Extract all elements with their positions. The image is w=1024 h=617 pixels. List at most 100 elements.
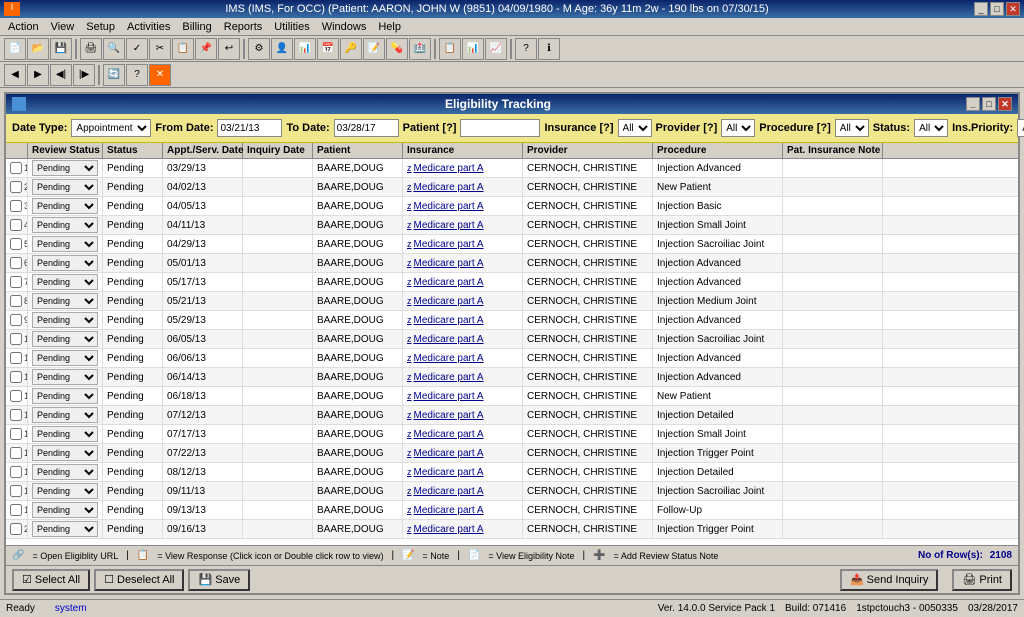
table-row[interactable]: 7 ▶ Pending Pending 05/17/13 BAARE,DOUG … bbox=[6, 273, 1018, 292]
toolbar-spell[interactable]: ✓ bbox=[126, 38, 148, 60]
row-checkbox[interactable] bbox=[10, 523, 22, 535]
table-row[interactable]: 17 ▶ Pending Pending 08/12/13 BAARE,DOUG… bbox=[6, 463, 1018, 482]
table-body[interactable]: 1 ▶ Pending Pending 03/29/13 BAARE,DOUG … bbox=[6, 159, 1018, 545]
insurance-link[interactable]: zMedicare part A bbox=[407, 505, 484, 516]
toolbar-info[interactable]: ℹ bbox=[538, 38, 560, 60]
cell-review[interactable]: Pending bbox=[28, 197, 103, 215]
cell-review[interactable]: Pending bbox=[28, 406, 103, 424]
toolbar-print[interactable]: 🖨 bbox=[80, 38, 102, 60]
review-status-row-select[interactable]: Pending bbox=[32, 388, 98, 404]
header-patient[interactable]: Patient bbox=[313, 143, 403, 158]
row-checkbox[interactable] bbox=[10, 447, 22, 459]
ins-icon[interactable]: z bbox=[407, 429, 412, 439]
help-btn[interactable]: ? bbox=[126, 64, 148, 86]
table-row[interactable]: 15 ▶ Pending Pending 07/17/13 BAARE,DOUG… bbox=[6, 425, 1018, 444]
toolbar-b7[interactable]: 💊 bbox=[386, 38, 408, 60]
cell-review[interactable]: Pending bbox=[28, 330, 103, 348]
review-status-row-select[interactable]: Pending bbox=[32, 426, 98, 442]
refresh-btn[interactable]: 🔄 bbox=[103, 64, 125, 86]
ins-icon[interactable]: z bbox=[407, 372, 412, 382]
win-minimize[interactable]: _ bbox=[966, 97, 980, 111]
table-row[interactable]: 3 ▶ Pending Pending 04/05/13 BAARE,DOUG … bbox=[6, 197, 1018, 216]
review-status-row-select[interactable]: Pending bbox=[32, 350, 98, 366]
insurance-link[interactable]: zMedicare part A bbox=[407, 182, 484, 193]
toolbar-new[interactable]: 📄 bbox=[4, 38, 26, 60]
menu-setup[interactable]: Setup bbox=[80, 20, 121, 34]
cell-insurance[interactable]: zMedicare part A bbox=[403, 292, 523, 310]
insurance-link[interactable]: zMedicare part A bbox=[407, 467, 484, 478]
cell-review[interactable]: Pending bbox=[28, 216, 103, 234]
nav-forward[interactable]: ▶ bbox=[27, 64, 49, 86]
cell-review[interactable]: Pending bbox=[28, 292, 103, 310]
cell-review[interactable]: Pending bbox=[28, 444, 103, 462]
insurance-link[interactable]: zMedicare part A bbox=[407, 315, 484, 326]
ins-icon[interactable]: z bbox=[407, 334, 412, 344]
close-button[interactable]: ✕ bbox=[1006, 2, 1020, 16]
table-row[interactable]: 9 ▶ Pending Pending 05/29/13 BAARE,DOUG … bbox=[6, 311, 1018, 330]
review-status-row-select[interactable]: Pending bbox=[32, 502, 98, 518]
toolbar-save[interactable]: 💾 bbox=[50, 38, 72, 60]
row-checkbox[interactable] bbox=[10, 200, 22, 212]
maximize-button[interactable]: □ bbox=[990, 2, 1004, 16]
ins-icon[interactable]: z bbox=[407, 315, 412, 325]
review-status-row-select[interactable]: Pending bbox=[32, 236, 98, 252]
status-select[interactable]: All bbox=[914, 119, 948, 137]
row-checkbox[interactable] bbox=[10, 276, 22, 288]
review-status-row-select[interactable]: Pending bbox=[32, 312, 98, 328]
cell-insurance[interactable]: zMedicare part A bbox=[403, 444, 523, 462]
review-status-row-select[interactable]: Pending bbox=[32, 274, 98, 290]
insurance-link[interactable]: zMedicare part A bbox=[407, 163, 484, 174]
toolbar-b2[interactable]: 👤 bbox=[271, 38, 293, 60]
table-row[interactable]: 5 ▶ Pending Pending 04/29/13 BAARE,DOUG … bbox=[6, 235, 1018, 254]
cell-insurance[interactable]: zMedicare part A bbox=[403, 159, 523, 177]
review-status-row-select[interactable]: Pending bbox=[32, 445, 98, 461]
cell-review[interactable]: Pending bbox=[28, 387, 103, 405]
menu-utilities[interactable]: Utilities bbox=[268, 20, 315, 34]
table-row[interactable]: 16 ▶ Pending Pending 07/22/13 BAARE,DOUG… bbox=[6, 444, 1018, 463]
row-checkbox[interactable] bbox=[10, 333, 22, 345]
win-close[interactable]: ✕ bbox=[998, 97, 1012, 111]
menu-activities[interactable]: Activities bbox=[121, 20, 176, 34]
insurance-link[interactable]: zMedicare part A bbox=[407, 201, 484, 212]
row-checkbox[interactable] bbox=[10, 485, 22, 497]
cell-insurance[interactable]: zMedicare part A bbox=[403, 520, 523, 538]
table-row[interactable]: 2 ▶ Pending Pending 04/02/13 BAARE,DOUG … bbox=[6, 178, 1018, 197]
insurance-link[interactable]: zMedicare part A bbox=[407, 410, 484, 421]
nav-prev[interactable]: ◀| bbox=[50, 64, 72, 86]
ins-icon[interactable]: z bbox=[407, 163, 412, 173]
ins-icon[interactable]: z bbox=[407, 505, 412, 515]
cell-insurance[interactable]: zMedicare part A bbox=[403, 368, 523, 386]
cell-review[interactable]: Pending bbox=[28, 235, 103, 253]
win-maximize[interactable]: □ bbox=[982, 97, 996, 111]
table-row[interactable]: 14 ▶ Pending Pending 07/12/13 BAARE,DOUG… bbox=[6, 406, 1018, 425]
ins-icon[interactable]: z bbox=[407, 391, 412, 401]
ins-icon[interactable]: z bbox=[407, 258, 412, 268]
row-checkbox[interactable] bbox=[10, 257, 22, 269]
cell-review[interactable]: Pending bbox=[28, 520, 103, 538]
cell-insurance[interactable]: zMedicare part A bbox=[403, 406, 523, 424]
toolbar-b8[interactable]: 🏥 bbox=[409, 38, 431, 60]
review-status-row-select[interactable]: Pending bbox=[32, 331, 98, 347]
row-checkbox[interactable] bbox=[10, 409, 22, 421]
ins-icon[interactable]: z bbox=[407, 486, 412, 496]
row-checkbox[interactable] bbox=[10, 162, 22, 174]
row-checkbox[interactable] bbox=[10, 219, 22, 231]
cell-insurance[interactable]: zMedicare part A bbox=[403, 178, 523, 196]
table-row[interactable]: 19 ▶ Pending Pending 09/13/13 BAARE,DOUG… bbox=[6, 501, 1018, 520]
cell-insurance[interactable]: zMedicare part A bbox=[403, 197, 523, 215]
cell-review[interactable]: Pending bbox=[28, 273, 103, 291]
table-row[interactable]: 11 ▶ Pending Pending 06/06/13 BAARE,DOUG… bbox=[6, 349, 1018, 368]
table-row[interactable]: 8 ▶ Pending Pending 05/21/13 BAARE,DOUG … bbox=[6, 292, 1018, 311]
row-checkbox[interactable] bbox=[10, 295, 22, 307]
toolbar-copy[interactable]: 📋 bbox=[172, 38, 194, 60]
ins-icon[interactable]: z bbox=[407, 277, 412, 287]
menu-help[interactable]: Help bbox=[372, 20, 407, 34]
from-date-input[interactable] bbox=[217, 119, 282, 137]
cell-insurance[interactable]: zMedicare part A bbox=[403, 330, 523, 348]
cell-insurance[interactable]: zMedicare part A bbox=[403, 273, 523, 291]
review-status-row-select[interactable]: Pending bbox=[32, 255, 98, 271]
header-procedure[interactable]: Procedure bbox=[653, 143, 783, 158]
ins-priority-select[interactable]: All bbox=[1017, 119, 1024, 137]
cell-review[interactable]: Pending bbox=[28, 425, 103, 443]
insurance-link[interactable]: zMedicare part A bbox=[407, 277, 484, 288]
